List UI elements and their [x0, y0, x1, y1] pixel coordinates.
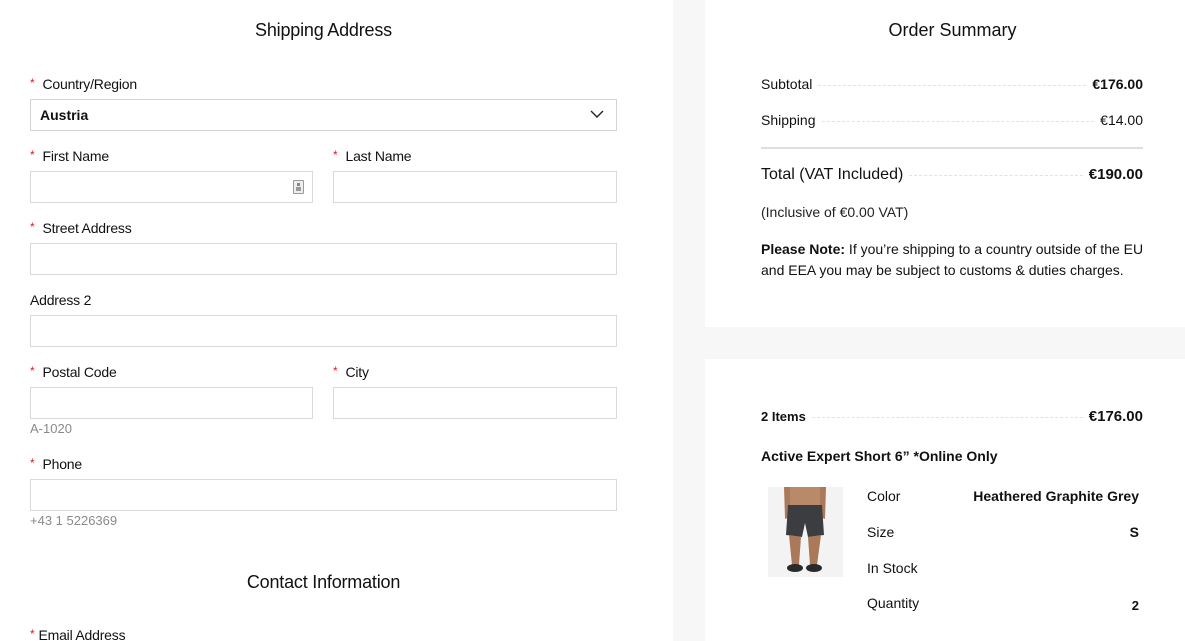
street-address-input[interactable]	[30, 243, 617, 275]
dotted-leader	[909, 175, 1083, 176]
required-marker: *	[333, 148, 338, 162]
shipping-form-panel: Shipping Address * Country/Region Austria…	[0, 0, 673, 641]
contact-information-title: Contact Information	[246, 572, 401, 592]
color-label: Color	[867, 488, 901, 504]
required-marker: *	[333, 364, 338, 378]
product-photo-shorts	[768, 487, 843, 577]
items-count-row: 2 Items €176.00	[761, 408, 1143, 425]
required-marker: *	[30, 627, 35, 641]
quantity-label: Quantity	[867, 595, 920, 611]
postal-code-label: * Postal Code	[30, 364, 117, 380]
country-label-text: Country/Region	[42, 76, 137, 92]
size-value: S	[1129, 524, 1139, 540]
email-address-label: * Email Address	[30, 627, 126, 641]
dotted-leader	[821, 121, 1095, 122]
last-name-label-text: Last Name	[345, 148, 412, 164]
country-select[interactable]: Austria	[30, 99, 617, 131]
product-name[interactable]: Active Expert Short 6” *Online Only	[761, 448, 998, 464]
phone-label-text: Phone	[42, 456, 82, 472]
first-name-label: * First Name	[30, 148, 109, 164]
total-row: Total (VAT Included) €190.00	[761, 166, 1143, 184]
subtotal-label: Subtotal	[761, 76, 813, 92]
required-marker: *	[30, 220, 35, 234]
last-name-input[interactable]	[333, 171, 617, 203]
customs-note: Please Note: If you’re shipping to a cou…	[761, 239, 1151, 281]
chevron-down-icon	[590, 110, 604, 118]
cart-items-card: 2 Items €176.00 Active Expert Short 6” *…	[705, 359, 1185, 641]
please-note-heading: Please Note:	[761, 241, 846, 257]
color-value: Heathered Graphite Grey	[973, 488, 1139, 504]
street-address-label: * Street Address	[30, 220, 132, 236]
shipping-row: Shipping €14.00	[761, 112, 1143, 128]
required-marker: *	[30, 76, 35, 90]
email-address-label-text: Email Address	[38, 627, 126, 641]
required-marker: *	[30, 364, 35, 378]
vat-note: (Inclusive of €0.00 VAT)	[761, 204, 909, 220]
shipping-address-title: Shipping Address	[255, 20, 392, 40]
checkout-page: Shipping Address * Country/Region Austria…	[0, 0, 1185, 641]
address2-input[interactable]	[30, 315, 617, 347]
phone-label: * Phone	[30, 456, 82, 472]
phone-input[interactable]	[30, 479, 617, 511]
items-count-label: 2 Items	[761, 409, 806, 424]
address2-label: Address 2	[30, 292, 92, 308]
total-label: Total (VAT Included)	[761, 166, 904, 183]
size-label: Size	[867, 524, 895, 540]
city-input[interactable]	[333, 387, 617, 419]
phone-hint: +43 1 5226369	[30, 513, 118, 528]
subtotal-value: €176.00	[1092, 76, 1143, 92]
dotted-leader	[818, 85, 1087, 86]
dotted-leader	[811, 417, 1083, 418]
first-name-label-text: First Name	[42, 148, 109, 164]
stock-status-label: In Stock	[867, 560, 918, 576]
items-total-value: €176.00	[1088, 408, 1143, 425]
contact-card-autofill-icon[interactable]	[293, 180, 304, 194]
last-name-label: * Last Name	[333, 148, 412, 164]
order-summary-card: Order Summary Subtotal €176.00 Shipping …	[705, 0, 1185, 327]
postal-code-label-text: Postal Code	[42, 364, 117, 380]
postal-code-input[interactable]	[30, 387, 313, 419]
required-marker: *	[30, 148, 35, 162]
summary-divider	[761, 147, 1143, 149]
city-label: * City	[333, 364, 369, 380]
postal-code-hint: A-1020	[30, 421, 72, 436]
quantity-value: 2	[1131, 598, 1139, 613]
shipping-label: Shipping	[761, 112, 816, 128]
order-summary-title: Order Summary	[888, 20, 1017, 40]
product-image[interactable]	[768, 487, 843, 577]
first-name-input[interactable]	[30, 171, 313, 203]
subtotal-row: Subtotal €176.00	[761, 76, 1143, 92]
total-value: €190.00	[1088, 166, 1143, 183]
required-marker: *	[30, 456, 35, 470]
city-label-text: City	[345, 364, 369, 380]
street-address-label-text: Street Address	[42, 220, 132, 236]
shipping-value: €14.00	[1100, 112, 1143, 128]
country-select-value: Austria	[40, 107, 89, 123]
country-label: * Country/Region	[30, 76, 137, 92]
